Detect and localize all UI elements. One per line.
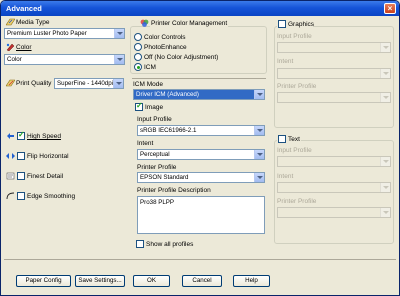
text-input-profile-label: Input Profile: [277, 147, 312, 154]
image-label: Image: [145, 104, 164, 111]
chevron-down-icon: [254, 150, 264, 159]
ok-button[interactable]: OK: [133, 275, 170, 287]
color-controls-label: Color Controls: [144, 34, 186, 41]
input-profile-select[interactable]: sRGB IEC61966-2.1: [137, 125, 265, 136]
chevron-down-icon: [380, 183, 390, 192]
icm-radio[interactable]: [134, 63, 142, 71]
save-settings-button[interactable]: Save Settings...: [75, 275, 125, 287]
graphics-printer-profile-select[interactable]: [277, 92, 391, 103]
printer-profile-description-box: Pro38 PLPP: [137, 196, 265, 234]
chevron-down-icon: [114, 29, 124, 38]
finest-detail-icon: [6, 172, 15, 180]
high-speed-checkbox[interactable]: [17, 130, 25, 140]
graphics-input-profile-select[interactable]: [277, 42, 391, 53]
graphics-label: Graphics: [288, 21, 315, 28]
text-intent-select[interactable]: [277, 182, 391, 193]
media-type-value: Premium Luster Photo Paper: [7, 30, 87, 37]
flip-horizontal-label: Flip Horizontal: [27, 153, 69, 160]
image-checkbox[interactable]: [135, 101, 143, 111]
chevron-down-icon: [254, 90, 264, 99]
graphics-printer-profile-label: Printer Profile: [277, 83, 317, 90]
flip-horizontal-icon: [6, 153, 15, 159]
chevron-down-icon: [254, 173, 264, 182]
text-checkbox[interactable]: [278, 135, 286, 143]
title-bar: Advanced: [1, 1, 399, 16]
icm-mode-select[interactable]: Driver ICM (Advanced): [133, 89, 265, 100]
printer-profile-label: Printer Profile: [137, 164, 177, 171]
color-icon: [6, 43, 15, 51]
icm-mode-value: Driver ICM (Advanced): [136, 91, 199, 98]
chevron-down-icon: [254, 126, 264, 135]
icm-mode-label: ICM Mode: [133, 81, 163, 88]
color-label: Color: [16, 44, 32, 51]
print-quality-value: SuperFine - 1440dpi: [57, 80, 114, 87]
divider: [132, 78, 266, 79]
high-speed-label: High Speed: [27, 133, 61, 140]
close-button[interactable]: ×: [384, 3, 396, 14]
photoenhance-label: PhotoEnhance: [144, 44, 187, 51]
graphics-input-profile-label: Input Profile: [277, 33, 312, 40]
printer-profile-description-label: Printer Profile Description: [137, 187, 211, 194]
printer-profile-select[interactable]: EPSON Standard: [137, 172, 265, 183]
off-radio[interactable]: [134, 53, 142, 61]
icm-label: ICM: [144, 64, 156, 71]
color-value: Color: [7, 56, 22, 63]
media-type-label: Media Type: [16, 19, 50, 26]
intent-label: Intent: [137, 140, 154, 147]
cancel-button[interactable]: Cancel: [182, 275, 222, 287]
graphics-checkbox[interactable]: [278, 20, 286, 28]
text-label: Text: [288, 136, 300, 143]
print-quality-label: Print Quality: [16, 80, 52, 87]
edge-smoothing-label: Edge Smoothing: [27, 193, 76, 200]
flip-horizontal-checkbox[interactable]: [17, 152, 25, 160]
high-speed-icon: [7, 133, 14, 139]
input-profile-value: sRGB IEC61966-2.1: [140, 127, 197, 134]
show-all-profiles-label: Show all profiles: [146, 241, 194, 248]
advanced-dialog: Advanced × Media Type Premium Luster Pho…: [0, 0, 400, 296]
off-label: Off (No Color Adjustment): [144, 54, 219, 61]
input-profile-label: Input Profile: [137, 116, 172, 123]
printer-profile-value: EPSON Standard: [140, 174, 189, 181]
text-input-profile-select[interactable]: [277, 156, 391, 167]
text-printer-profile-label: Printer Profile: [277, 198, 317, 205]
print-quality-select[interactable]: SuperFine - 1440dpi: [54, 78, 124, 89]
finest-detail-checkbox[interactable]: [17, 172, 25, 180]
color-controls-radio[interactable]: [134, 33, 142, 41]
printer-color-management-label: Printer Color Management: [150, 20, 229, 27]
printer-profile-description-value: Pro38 PLPP: [140, 199, 175, 206]
edge-smoothing-icon: [6, 192, 15, 200]
photoenhance-radio[interactable]: [134, 43, 142, 51]
chevron-down-icon: [113, 79, 123, 88]
print-quality-icon: [6, 79, 15, 87]
intent-select[interactable]: Perceptual: [137, 149, 265, 160]
chevron-down-icon: [380, 157, 390, 166]
show-all-profiles-checkbox[interactable]: [136, 240, 144, 248]
color-select[interactable]: Color: [4, 54, 125, 65]
text-printer-profile-select[interactable]: [277, 207, 391, 218]
chevron-down-icon: [380, 43, 390, 52]
chevron-down-icon: [380, 93, 390, 102]
edge-smoothing-checkbox[interactable]: [17, 192, 25, 200]
window-title: Advanced: [6, 4, 42, 13]
chevron-down-icon: [114, 55, 124, 64]
chevron-down-icon: [380, 208, 390, 217]
media-type-select[interactable]: Premium Luster Photo Paper: [4, 28, 125, 39]
graphics-intent-select[interactable]: [277, 68, 391, 79]
finest-detail-label: Finest Detail: [27, 173, 64, 180]
paper-config-button[interactable]: Paper Config: [16, 275, 71, 287]
text-intent-label: Intent: [277, 173, 294, 180]
footer-divider: [4, 259, 396, 260]
media-type-icon: [6, 18, 15, 26]
printer-color-management-icon: [140, 19, 149, 27]
help-button[interactable]: Help: [233, 275, 270, 287]
graphics-intent-label: Intent: [277, 58, 294, 65]
chevron-down-icon: [380, 69, 390, 78]
intent-value: Perceptual: [140, 151, 170, 158]
